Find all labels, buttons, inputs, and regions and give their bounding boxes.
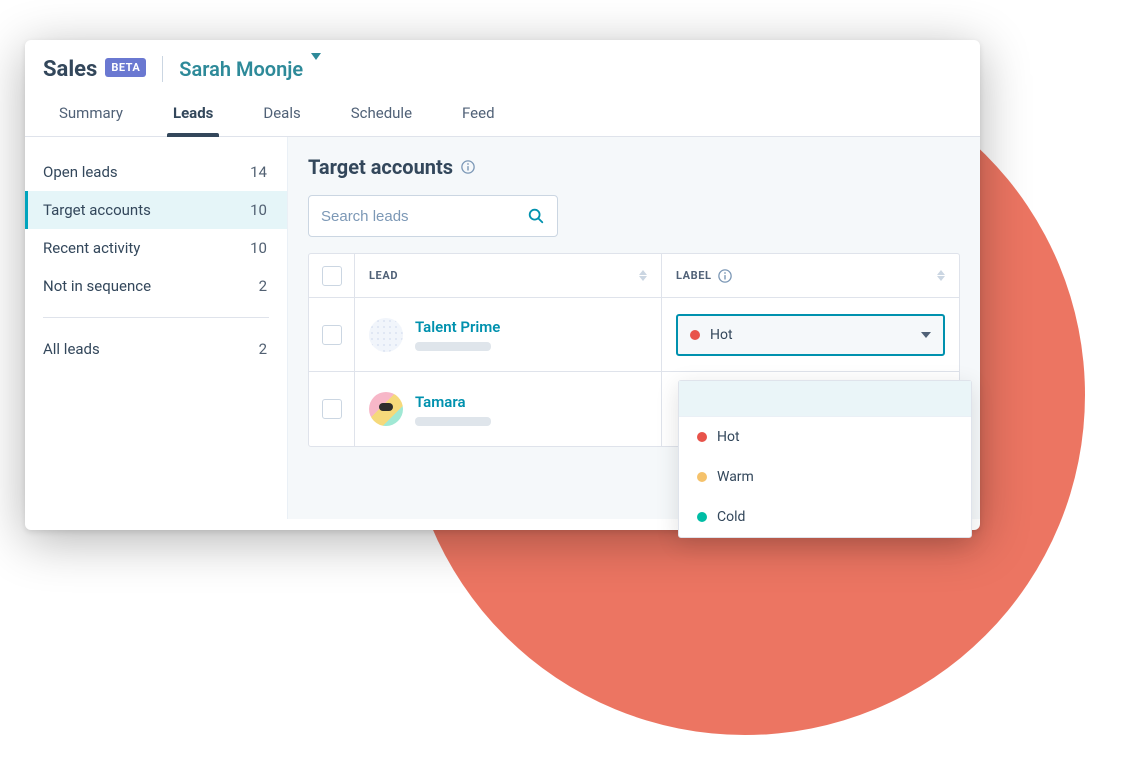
- lead-subtext-placeholder: [415, 342, 491, 351]
- column-lead-label: LEAD: [369, 269, 398, 282]
- sidebar-item-label: All leads: [43, 340, 100, 358]
- row-checkbox[interactable]: [322, 325, 342, 345]
- label-cell: Hot Hot Warm: [661, 298, 959, 371]
- table-row: Talent Prime Hot: [309, 298, 959, 372]
- dropdown-option-warm[interactable]: Warm: [679, 457, 971, 497]
- dot-icon: [690, 330, 700, 340]
- sidebar-item-all-leads[interactable]: All leads 2: [25, 330, 287, 368]
- sidebar-item-label: Not in sequence: [43, 277, 151, 295]
- user-selector[interactable]: Sarah Moonje: [179, 57, 321, 81]
- row-checkbox-cell: [309, 372, 355, 446]
- label-selected: Hot: [710, 327, 733, 343]
- tab-feed[interactable]: Feed: [458, 92, 499, 136]
- label-dropdown[interactable]: Hot: [676, 314, 945, 356]
- sidebar-item-count: 10: [250, 201, 267, 219]
- info-icon: [461, 160, 475, 174]
- dropdown-option-label: Cold: [717, 509, 745, 525]
- search-icon: [527, 207, 545, 225]
- search-box[interactable]: [308, 195, 558, 237]
- tab-leads[interactable]: Leads: [169, 92, 217, 136]
- column-lead[interactable]: LEAD: [355, 269, 661, 282]
- label-dropdown-panel: Hot Warm Cold: [678, 380, 972, 538]
- sidebar-item-open-leads[interactable]: Open leads 14: [25, 153, 287, 191]
- sidebar-item-label: Target accounts: [43, 201, 151, 219]
- tab-schedule[interactable]: Schedule: [347, 92, 416, 136]
- info-icon: [718, 269, 732, 283]
- dropdown-option-label: Warm: [717, 469, 754, 485]
- lead-cell[interactable]: Talent Prime: [355, 318, 661, 352]
- lead-text: Talent Prime: [415, 318, 500, 351]
- dot-icon: [697, 472, 707, 482]
- lead-name: Talent Prime: [415, 318, 500, 336]
- main-title-text: Target accounts: [308, 155, 453, 179]
- sidebar-item-count: 14: [250, 163, 267, 181]
- beta-badge: BETA: [105, 58, 146, 77]
- column-label-label: LABEL: [676, 269, 712, 282]
- avatar: [369, 392, 403, 426]
- dot-icon: [697, 512, 707, 522]
- sidebar-item-label: Open leads: [43, 163, 118, 181]
- caret-down-icon: [311, 60, 321, 79]
- chevron-down-icon: [921, 332, 931, 338]
- sort-icon: [639, 270, 647, 281]
- sidebar-item-count: 2: [259, 340, 267, 358]
- lead-text: Tamara: [415, 393, 491, 426]
- row-checkbox[interactable]: [322, 399, 342, 419]
- header-bar: Sales BETA Sarah Moonje: [25, 40, 980, 92]
- body: Open leads 14 Target accounts 10 Recent …: [25, 137, 980, 519]
- tab-summary[interactable]: Summary: [55, 92, 127, 136]
- column-label[interactable]: LABEL: [661, 254, 959, 297]
- app-window: Sales BETA Sarah Moonje Summary Leads De…: [25, 40, 980, 530]
- sidebar-item-count: 2: [259, 277, 267, 295]
- main-title: Target accounts: [308, 155, 960, 179]
- sidebar-item-count: 10: [250, 239, 267, 257]
- tab-deals[interactable]: Deals: [259, 92, 304, 136]
- dot-icon: [697, 432, 707, 442]
- lead-name: Tamara: [415, 393, 491, 411]
- lead-subtext-placeholder: [415, 417, 491, 426]
- main-panel: Target accounts LEAD: [287, 137, 980, 519]
- sidebar-item-label: Recent activity: [43, 239, 140, 257]
- sort-icon: [937, 270, 945, 281]
- sidebar-divider: [43, 317, 269, 318]
- sidebar-item-target-accounts[interactable]: Target accounts 10: [25, 191, 287, 229]
- dropdown-option-cold[interactable]: Cold: [679, 497, 971, 537]
- avatar: [369, 318, 403, 352]
- table-header: LEAD LABEL: [309, 254, 959, 298]
- user-name: Sarah Moonje: [179, 57, 303, 81]
- sidebar: Open leads 14 Target accounts 10 Recent …: [25, 137, 287, 519]
- dropdown-option-label: Hot: [717, 429, 740, 445]
- header-checkbox-cell: [309, 254, 355, 297]
- app-title: Sales: [43, 57, 97, 82]
- header-divider: [162, 56, 163, 82]
- leads-table: LEAD LABEL: [308, 253, 960, 447]
- lead-cell[interactable]: Tamara: [355, 392, 661, 426]
- select-all-checkbox[interactable]: [322, 266, 342, 286]
- sidebar-item-recent-activity[interactable]: Recent activity 10: [25, 229, 287, 267]
- row-checkbox-cell: [309, 298, 355, 371]
- sidebar-item-not-in-sequence[interactable]: Not in sequence 2: [25, 267, 287, 305]
- search-input[interactable]: [321, 208, 501, 225]
- dropdown-search[interactable]: [679, 381, 971, 417]
- dropdown-option-hot[interactable]: Hot: [679, 417, 971, 457]
- tabs-bar: Summary Leads Deals Schedule Feed: [25, 92, 980, 137]
